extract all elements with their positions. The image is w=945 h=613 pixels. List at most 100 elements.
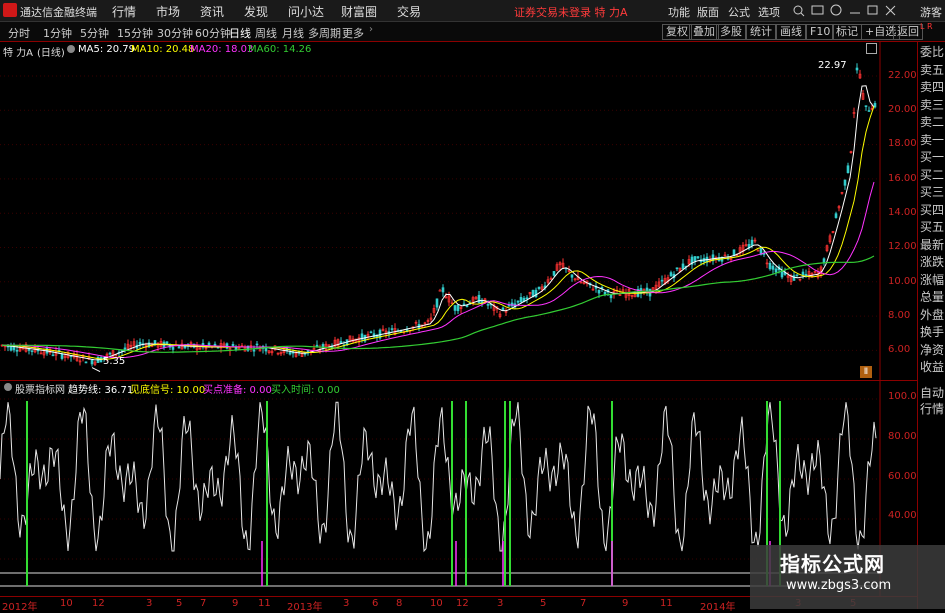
sidebar-item[interactable]: 卖五 bbox=[920, 63, 944, 78]
sidebar-item[interactable]: 卖二 bbox=[920, 115, 944, 130]
period-tag: (日线) bbox=[37, 48, 65, 59]
date-tick: 3 bbox=[497, 598, 504, 609]
sidebar-item[interactable]: 卖三 bbox=[920, 98, 944, 113]
candle-body bbox=[252, 349, 256, 352]
candle-body bbox=[864, 105, 868, 107]
menu-market[interactable]: 市场 bbox=[156, 3, 180, 20]
buy-ready-label: 买点准备: 0.00 bbox=[203, 385, 272, 396]
settings-dot-icon[interactable] bbox=[67, 45, 75, 53]
adjust-button[interactable]: 复权 bbox=[662, 24, 692, 40]
period-monthly[interactable]: 月线 bbox=[282, 25, 304, 41]
menu-wealth[interactable]: 财富圈 bbox=[341, 3, 377, 20]
guest-label[interactable]: 游客 bbox=[920, 4, 942, 20]
candle-body bbox=[438, 289, 442, 292]
menu-quotes[interactable]: 行情 bbox=[112, 3, 136, 20]
sidebar-item[interactable]: 总量 bbox=[920, 290, 944, 305]
sidebar-item[interactable]: 最新 bbox=[920, 238, 944, 253]
date-tick: 2013年 bbox=[287, 602, 323, 613]
date-tick: 2014年 bbox=[700, 602, 736, 613]
candle-body bbox=[768, 262, 772, 270]
period-5min[interactable]: 5分钟 bbox=[80, 25, 109, 41]
period-weekly[interactable]: 周线 bbox=[255, 25, 277, 41]
date-tick: 6 bbox=[372, 598, 379, 609]
trend-line bbox=[0, 401, 877, 553]
candle-body bbox=[609, 294, 613, 299]
y-tick: 10.00 bbox=[888, 276, 917, 287]
sidebar-item[interactable]: 涨幅 bbox=[920, 273, 944, 288]
sidebar-item[interactable]: 买四 bbox=[920, 203, 944, 218]
sidebar-item[interactable]: 卖一 bbox=[920, 133, 944, 148]
message-icon[interactable] bbox=[811, 5, 824, 15]
candle-body bbox=[441, 287, 445, 293]
candle-body bbox=[84, 361, 88, 364]
sidebar-item[interactable]: 换手 bbox=[920, 325, 944, 340]
date-tick: 2012年 bbox=[2, 602, 38, 613]
corner-tag[interactable]: Ⅱ bbox=[860, 366, 872, 378]
y-tick: 8.00 bbox=[888, 310, 911, 321]
candle-body bbox=[552, 271, 556, 276]
menu-trade[interactable]: 交易 bbox=[397, 3, 421, 20]
sidebar-item[interactable]: 买三 bbox=[920, 185, 944, 200]
period-60min[interactable]: 60分钟 bbox=[195, 25, 231, 41]
expand-icon[interactable] bbox=[866, 43, 877, 54]
period-daily[interactable]: 日线 bbox=[229, 25, 251, 41]
period-intraday[interactable]: 分时 bbox=[8, 25, 30, 41]
date-tick: 9 bbox=[232, 598, 239, 609]
sidebar-quote[interactable]: 行情 bbox=[920, 402, 944, 417]
menu-options[interactable]: 选项 bbox=[758, 4, 780, 20]
overlay-button[interactable]: 叠加 bbox=[689, 24, 719, 40]
period-multi[interactable]: 多周期 bbox=[308, 25, 341, 41]
candle-body bbox=[51, 354, 55, 357]
sidebar-toggle[interactable]: L R bbox=[920, 22, 933, 31]
statistics-button[interactable]: 统计 bbox=[746, 24, 776, 40]
price-chart-svg bbox=[0, 42, 881, 380]
period-30min[interactable]: 30分钟 bbox=[157, 25, 193, 41]
sidebar-item[interactable]: 委比 bbox=[920, 45, 944, 60]
multi-stock-button[interactable]: 多股 bbox=[716, 24, 746, 40]
candle-body bbox=[792, 275, 796, 281]
search-icon[interactable] bbox=[793, 5, 805, 17]
candle-body bbox=[675, 267, 679, 270]
candle-body bbox=[453, 305, 457, 311]
candle-body bbox=[750, 239, 754, 246]
menu-discover[interactable]: 发现 bbox=[244, 3, 268, 20]
candle-body bbox=[681, 263, 685, 270]
candle-body bbox=[456, 304, 460, 312]
mark-button[interactable]: 标记 bbox=[832, 24, 862, 40]
sidebar-auto[interactable]: 自动 bbox=[920, 386, 944, 401]
sidebar-item[interactable]: 涨跌 bbox=[920, 255, 944, 270]
candle-body bbox=[213, 343, 217, 346]
price-chart-panel[interactable] bbox=[0, 42, 917, 380]
back-button[interactable]: 返回 bbox=[893, 24, 923, 40]
app-logo-icon bbox=[3, 3, 17, 17]
date-tick: 10 bbox=[430, 598, 443, 609]
period-15min[interactable]: 15分钟 bbox=[117, 25, 153, 41]
sidebar-item[interactable]: 收益 bbox=[920, 360, 944, 375]
period-1min[interactable]: 1分钟 bbox=[43, 25, 72, 41]
menu-function[interactable]: 功能 bbox=[668, 4, 690, 20]
indicator-settings-icon[interactable] bbox=[4, 383, 12, 391]
candle-body bbox=[843, 179, 847, 186]
sidebar-item[interactable]: 卖四 bbox=[920, 80, 944, 95]
skin-icon[interactable] bbox=[830, 4, 842, 16]
menu-formula[interactable]: 公式 bbox=[728, 4, 750, 20]
f10-button[interactable]: F10 bbox=[806, 24, 835, 40]
ma60-label: MA60: 14.26 bbox=[248, 44, 312, 55]
menu-layout[interactable]: 版面 bbox=[697, 4, 719, 20]
close-icon[interactable] bbox=[885, 5, 896, 16]
candle-body bbox=[123, 347, 127, 350]
menu-ask[interactable]: 问小达 bbox=[288, 3, 324, 20]
candle-body bbox=[486, 304, 490, 306]
candle-body bbox=[801, 271, 805, 276]
draw-line-button[interactable]: 画线 bbox=[776, 24, 806, 40]
sidebar-item[interactable]: 买五 bbox=[920, 220, 944, 235]
period-more[interactable]: 更多 bbox=[342, 25, 364, 41]
ma5-line bbox=[1, 85, 875, 361]
sidebar-item[interactable]: 买二 bbox=[920, 168, 944, 183]
sidebar-item[interactable]: 买一 bbox=[920, 150, 944, 165]
sidebar-item[interactable]: 外盘 bbox=[920, 308, 944, 323]
sidebar-item[interactable]: 净资 bbox=[920, 343, 944, 358]
chevron-right-icon[interactable]: › bbox=[369, 24, 373, 35]
menu-news[interactable]: 资讯 bbox=[200, 3, 224, 20]
maximize-icon[interactable] bbox=[867, 5, 878, 15]
